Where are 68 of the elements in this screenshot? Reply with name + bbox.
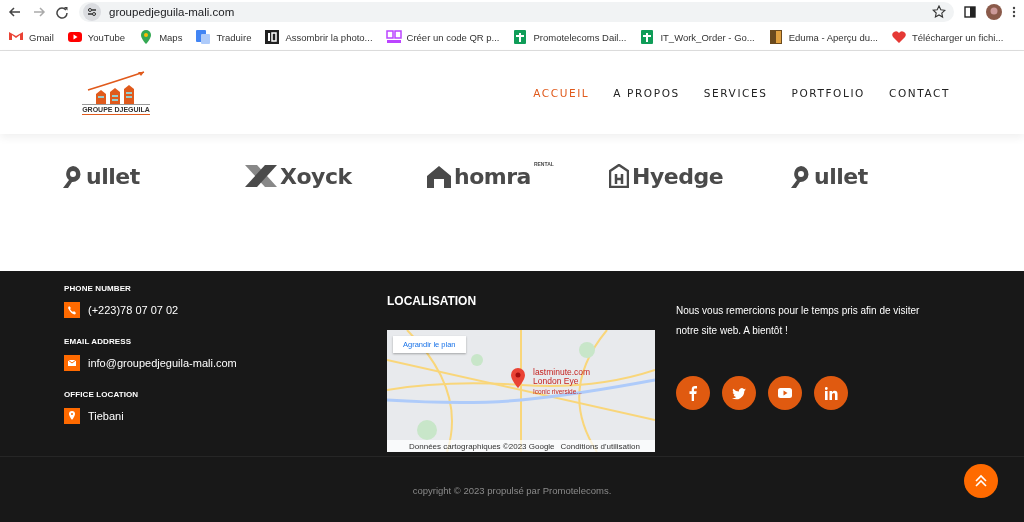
nine-shape-icon [791, 164, 811, 188]
map-attribution: Données cartographiques ©2023 Google [409, 441, 555, 451]
qr-icon [385, 29, 402, 45]
contact-value: (+223)78 07 07 02 [88, 304, 179, 316]
url-text: groupedjeguila-mali.com [109, 6, 236, 18]
contact-label: EMAIL ADDRESS [64, 337, 133, 346]
heart-icon [891, 29, 907, 45]
bookmark[interactable]: Télécharger un fichi... [891, 29, 1004, 45]
section-title: LOCALISATION [387, 294, 478, 308]
map-pin-icon [64, 408, 80, 424]
nav-link[interactable]: A PROPOS [613, 86, 680, 99]
partner-logo: ullet [791, 161, 973, 191]
partner-logo: Hyedge [609, 161, 791, 191]
contact-value: Tiebani [88, 410, 124, 422]
nav-link[interactable]: CONTACT [889, 86, 950, 99]
partner-logo: Xoyck [245, 161, 427, 191]
facebook-icon [687, 385, 699, 401]
partner-logo: homra$^{RENTAL}$ [427, 161, 609, 191]
nine-shape-icon [63, 164, 83, 188]
map-pin-icon[interactable] [511, 368, 525, 388]
nav-link[interactable]: PORTFOLIO [791, 86, 865, 99]
terms-link[interactable]: Conditions d'utilisation [560, 441, 640, 451]
thank-you-message: Nous vous remercions pour le temps pris afin de visiter notre site web. A bientôt ! [676, 304, 921, 338]
bookmark[interactable]: Maps [138, 29, 183, 45]
house-icon [427, 164, 451, 188]
play-icon [66, 29, 83, 45]
bookmark[interactable]: Eduma - Aperçu du... [767, 29, 878, 45]
back-icon[interactable] [8, 6, 22, 18]
contact-label: PHONE NUMBER [64, 284, 132, 293]
address-bar[interactable]: groupedjeguila-mali.com [79, 2, 954, 22]
bookmark[interactable]: Créer un code QR p... [385, 29, 500, 45]
copyright-text: copyright © 2023 propulsé par Promotelecoms. [412, 484, 612, 496]
bookmark[interactable]: Gmail [8, 29, 54, 45]
reload-icon[interactable] [56, 5, 69, 19]
double-chevron-up-icon [974, 474, 988, 488]
contact-label: OFFICE LOCATION [64, 390, 140, 399]
bookmark[interactable]: IT_Work_Order - Go... [639, 29, 755, 45]
x-shape-icon [245, 163, 277, 189]
translate-icon [195, 29, 212, 45]
bookmark[interactable]: Assombrir la photo... [264, 29, 373, 45]
bird-icon [732, 386, 746, 400]
contact-value: info@groupedjeguila-mali.com [88, 357, 237, 369]
place-name[interactable]: lastminute.com London Eye [533, 368, 599, 386]
nav-link[interactable]: SERVICES [703, 86, 768, 99]
bookmark[interactable]: Traduire [195, 29, 252, 45]
house-outline-icon [609, 164, 629, 188]
sheet-icon [639, 29, 656, 45]
avatar-icon[interactable] [986, 4, 1002, 20]
linkedin-icon [824, 386, 838, 400]
scroll-to-top-button[interactable] [964, 464, 998, 498]
phone-icon [64, 302, 80, 318]
site-settings-icon[interactable] [83, 3, 101, 21]
star-icon[interactable] [932, 5, 946, 19]
sheet-icon [512, 29, 529, 45]
nav-link[interactable]: ACCUEIL [533, 86, 590, 99]
social-button[interactable] [814, 376, 848, 410]
mail-icon [64, 355, 80, 371]
bookmark[interactable]: YouTube [66, 29, 126, 45]
bookmark[interactable]: Promotelecoms Dail... [512, 29, 627, 45]
play-icon [778, 387, 792, 399]
partner-logo: ullet [63, 161, 245, 191]
social-button[interactable] [768, 376, 802, 410]
book-icon [767, 29, 784, 45]
more-icon[interactable] [1012, 6, 1016, 18]
side-panel-icon[interactable] [964, 6, 976, 18]
social-button[interactable] [676, 376, 710, 410]
square-icon [264, 29, 281, 45]
social-button[interactable] [722, 376, 756, 410]
